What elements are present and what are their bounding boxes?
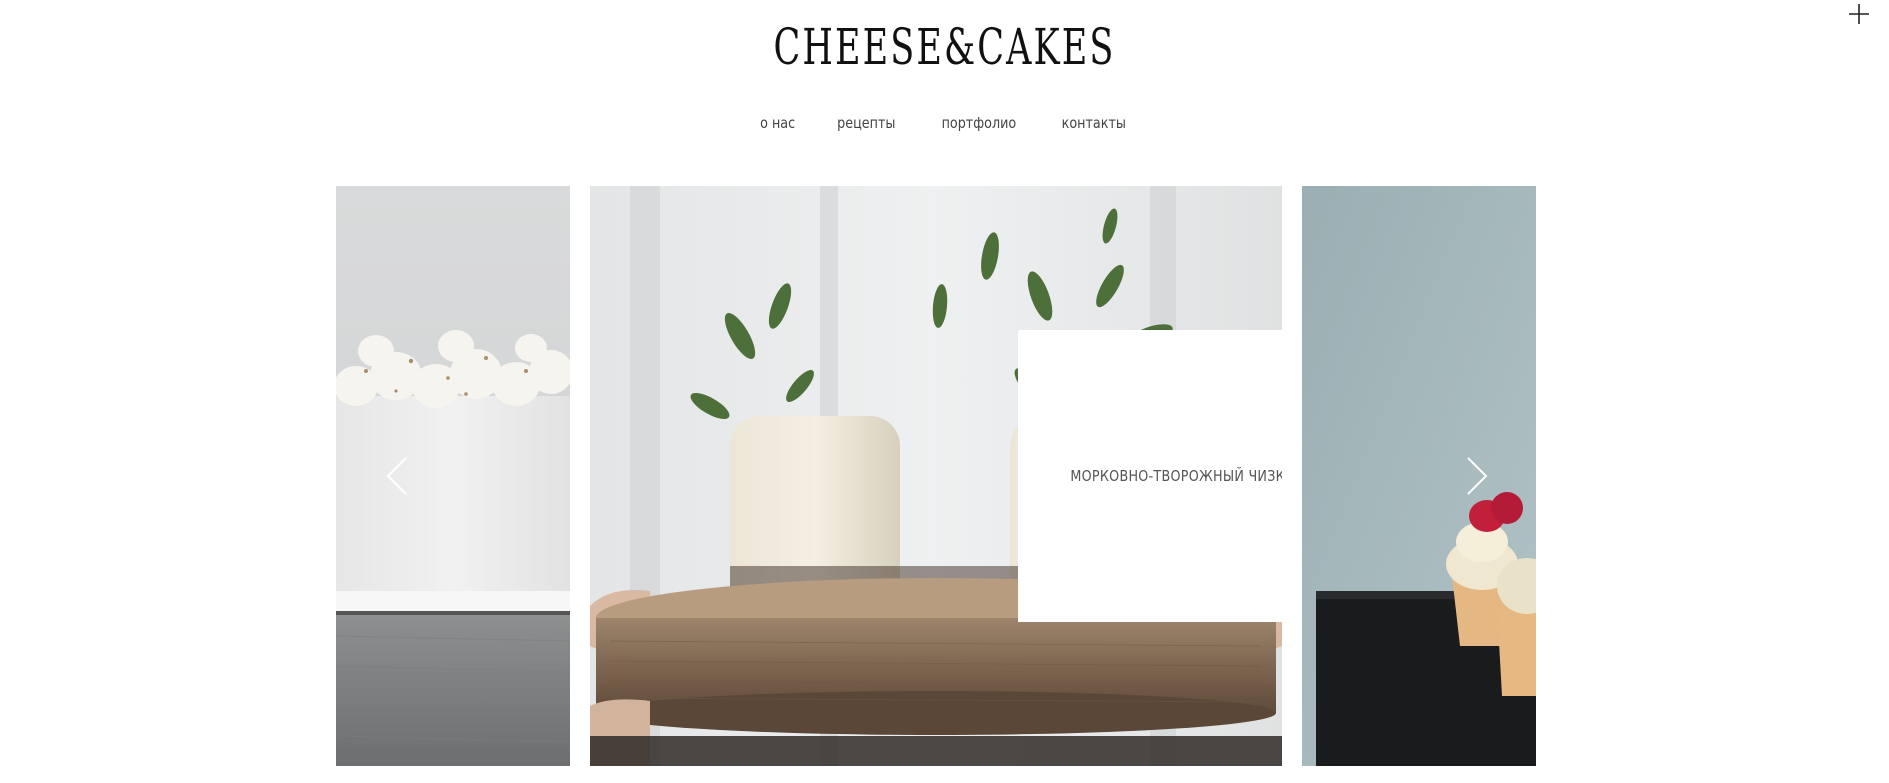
slide-caption-card[interactable]: МОРКОВНО-ТВОРОЖНЫЙ ЧИЗКЕЙК [1018,330,1282,622]
nav-item-recipes[interactable]: рецепты [837,114,895,132]
slide-prev-image[interactable] [336,186,570,766]
site-logo[interactable]: CHEESE&CAKES [283,22,1605,72]
plus-icon [1849,4,1869,24]
image-slider[interactable]: МОРКОВНО-ТВОРОЖНЫЙ ЧИЗКЕЙК [336,186,1536,766]
nav-item-about[interactable]: о нас [760,114,795,132]
slide-current-image[interactable]: МОРКОВНО-ТВОРОЖНЫЙ ЧИЗКЕЙК [590,186,1282,766]
chevron-left-icon [386,457,407,495]
nav-item-contacts[interactable]: контакты [1062,114,1126,132]
plus-button[interactable] [1845,0,1873,28]
main-nav: о нас рецепты портфолио контакты [0,114,1889,132]
slider-prev-button[interactable] [382,454,412,498]
slide-caption: МОРКОВНО-ТВОРОЖНЫЙ ЧИЗКЕЙК [1069,467,1282,485]
slide-next-image[interactable] [1302,186,1536,766]
nav-item-portfolio[interactable]: портфолио [941,114,1016,132]
slider-next-button[interactable] [1462,454,1492,498]
chevron-right-icon [1467,457,1488,495]
